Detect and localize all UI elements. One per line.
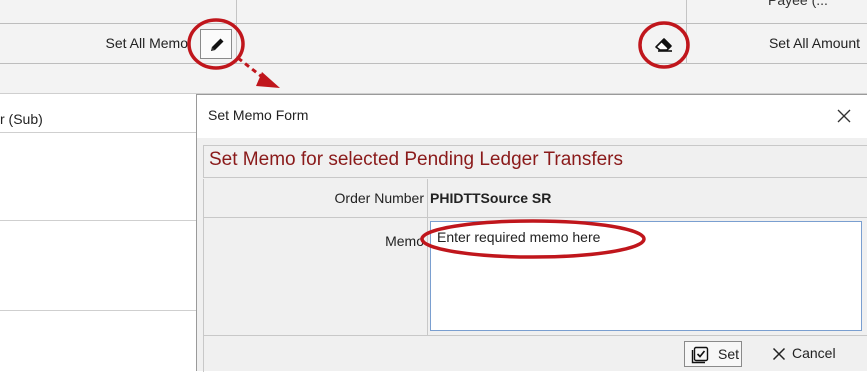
grid-left-column: r (Sub)	[0, 94, 197, 371]
set-all-memo-button[interactable]	[200, 29, 232, 59]
x-icon	[772, 347, 786, 361]
set-button[interactable]: Set	[684, 341, 742, 367]
memo-textarea[interactable]: Enter required memo here	[430, 221, 862, 331]
dialog-titlebar: Set Memo Form	[197, 95, 867, 138]
order-number-label: Order Number	[334, 190, 424, 206]
form-heading: Set Memo for selected Pending Ledger Tra…	[209, 149, 624, 170]
sub-column-cell: r (Sub)	[0, 111, 43, 127]
set-button-label: Set	[718, 346, 740, 362]
close-icon	[837, 109, 851, 123]
set-all-memo-label: Set All Memo	[105, 35, 188, 51]
set-all-amount-label: Set All Amount	[768, 35, 860, 51]
memo-label: Memo	[385, 233, 424, 249]
cancel-button[interactable]: Cancel	[770, 341, 854, 367]
row-divider	[427, 217, 428, 335]
payee-column-header: Payee (...	[768, 0, 828, 8]
eraser-icon	[655, 38, 672, 52]
grid-header-row-actions: Set All Memo Set All Amount	[0, 24, 867, 64]
dialog-title: Set Memo Form	[208, 107, 309, 123]
set-memo-dialog: Set Memo Form Set Memo for selected Pend…	[196, 94, 867, 372]
order-number-value: PHIDTTSource SR	[430, 190, 552, 206]
pencil-icon	[211, 38, 224, 51]
grid-header-row-filter	[0, 64, 867, 94]
form-heading-row: Set Memo for selected Pending Ledger Tra…	[203, 145, 867, 178]
cancel-button-label: Cancel	[792, 345, 836, 361]
set-all-amount-button[interactable]	[652, 32, 678, 56]
grid-header-row-top: Payee (...	[0, 0, 867, 24]
checkbox-icon	[691, 346, 709, 364]
memo-row: Memo Enter required memo here	[203, 217, 867, 336]
order-number-row: Order Number PHIDTTSource SR	[203, 179, 867, 218]
row-divider	[427, 179, 428, 217]
dialog-close-button[interactable]	[833, 105, 855, 127]
dialog-action-row: Set Cancel	[203, 335, 867, 372]
